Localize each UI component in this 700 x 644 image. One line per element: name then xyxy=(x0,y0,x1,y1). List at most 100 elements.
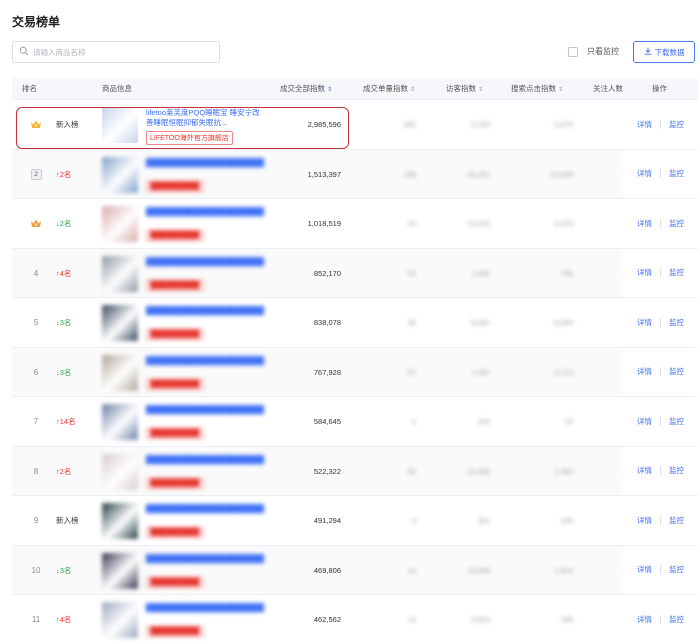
monitor-link[interactable]: 监控 xyxy=(669,416,684,427)
product-thumbnail[interactable] xyxy=(102,305,138,341)
product-title-link[interactable]: ████████████████████████ xyxy=(146,554,264,574)
search-click-index: 785 xyxy=(560,268,573,278)
detail-link[interactable]: 详情 xyxy=(637,119,652,130)
product-thumbnail[interactable] xyxy=(102,552,138,589)
rank-cell: 7 xyxy=(28,397,44,446)
product-thumbnail[interactable] xyxy=(102,503,138,539)
table-row[interactable]: 4 ↑ 4名 ████████████████████████ ██████████ 85… xyxy=(12,248,698,298)
table-row[interactable]: 11 ↑ 4名 ████████████████████████ ██████████ 4… xyxy=(12,595,698,644)
rank-change: ↑ 2名 xyxy=(56,150,92,199)
shop-tag[interactable]: ██████████ xyxy=(146,378,204,390)
rank-number: 5 xyxy=(33,318,39,327)
shop-tag[interactable]: ██████████ xyxy=(146,329,204,340)
product-thumbnail[interactable] xyxy=(102,206,138,242)
monitor-link[interactable]: 监控 xyxy=(669,614,684,625)
product-thumbnail[interactable] xyxy=(102,453,138,490)
product-thumbnail[interactable] xyxy=(102,354,138,391)
monitor-link[interactable]: 监控 xyxy=(669,465,684,476)
detail-link[interactable]: 详情 xyxy=(637,366,652,377)
detail-link[interactable]: 详情 xyxy=(637,564,652,575)
rank-change-text: 3名 xyxy=(59,318,72,327)
search-input[interactable] xyxy=(33,47,213,57)
product-thumbnail[interactable] xyxy=(102,404,138,440)
shop-tag[interactable]: ██████████ xyxy=(146,279,204,291)
rank-number: 10 xyxy=(31,565,41,575)
table-row[interactable]: 10 ↓ 3名 ████████████████████████ ██████████ 4… xyxy=(12,545,698,595)
monitor-link[interactable]: 监控 xyxy=(669,317,684,328)
table-row[interactable]: 6 ↓ 3名 ████████████████████████ ██████████ 76… xyxy=(12,347,698,397)
product-title-link[interactable]: ████████████████████████ xyxy=(146,356,264,376)
monitor-link[interactable]: 监控 xyxy=(669,366,684,377)
single-index: 4 xyxy=(411,417,416,426)
single-index: 39 xyxy=(407,318,416,327)
product-title-link[interactable]: ████████████████████████ xyxy=(146,257,264,277)
col-total[interactable]: 成交全部指数 ⇕ xyxy=(280,78,332,100)
col-single-label: 成交单量指数 xyxy=(363,83,408,93)
search-click-index: 195 xyxy=(560,516,573,525)
rank-cell: 5 xyxy=(28,298,44,347)
product-title-link[interactable]: ████████████████████████ xyxy=(146,603,264,623)
rank-change: ↑ 4名 xyxy=(56,249,92,298)
product-thumbnail[interactable] xyxy=(102,255,138,292)
rank-change-text: 4名 xyxy=(59,615,72,624)
product-title-link[interactable]: ████████████████████████ xyxy=(146,405,264,425)
visitor-index: 8,091 xyxy=(471,318,490,327)
rank-change: ↓ 3名 xyxy=(56,298,92,347)
monitor-link[interactable]: 监控 xyxy=(669,515,684,526)
col-search-clicks[interactable]: 搜索点击指数 ⇕ xyxy=(511,78,563,100)
product-thumbnail[interactable] xyxy=(102,602,138,638)
detail-link[interactable]: 详情 xyxy=(637,168,652,179)
rank-number: 11 xyxy=(31,615,41,624)
product-title-link[interactable]: ████████████████████████ xyxy=(146,504,264,524)
sort-icon[interactable]: ⇕ xyxy=(478,87,483,93)
shop-tag[interactable]: ██████████ xyxy=(146,180,204,192)
product-title-link[interactable]: ████████████████████████ xyxy=(146,158,264,178)
monitor-link[interactable]: 监控 xyxy=(669,119,684,130)
sort-icon[interactable]: ⇕ xyxy=(327,87,332,93)
table-row[interactable]: ↓ 2名 ████████████████████████ ██████████ 1,0… xyxy=(12,199,698,249)
monitor-link[interactable]: 监控 xyxy=(669,218,684,229)
col-visitor[interactable]: 访客指数 ⇕ xyxy=(446,78,483,100)
single-index: 382 xyxy=(403,120,416,129)
only-monitor-checkbox[interactable] xyxy=(568,46,578,57)
table-row[interactable]: 7 ↑ 14名 ████████████████████████ ██████████ 5… xyxy=(12,397,698,447)
shop-tag[interactable]: ██████████ xyxy=(146,428,204,439)
col-total-label: 成交全部指数 xyxy=(280,83,325,93)
detail-link[interactable]: 详情 xyxy=(637,515,652,526)
product-title-link[interactable]: ████████████████████████ xyxy=(146,207,264,227)
single-index: 199 xyxy=(403,169,416,179)
col-single[interactable]: 成交单量指数 ⇕ xyxy=(363,78,415,100)
sort-icon[interactable]: ⇕ xyxy=(558,87,563,93)
detail-link[interactable]: 详情 xyxy=(637,465,652,476)
table-row[interactable]: 2 ↑ 2名 ████████████████████████ ██████████ 1,… xyxy=(12,149,698,199)
product-title-link[interactable]: ████████████████████████ xyxy=(146,306,264,326)
search-click-index: 23 xyxy=(564,417,573,426)
monitor-link[interactable]: 监控 xyxy=(669,267,684,278)
detail-link[interactable]: 详情 xyxy=(637,416,652,427)
search-box[interactable] xyxy=(12,41,220,63)
detail-link[interactable]: 详情 xyxy=(637,218,652,229)
product-thumbnail[interactable] xyxy=(102,156,138,193)
table-row[interactable]: 8 ↑ 2名 ████████████████████████ ██████████ 52… xyxy=(12,446,698,496)
shop-tag[interactable]: ██████████ xyxy=(146,626,204,637)
shop-tag[interactable]: ██████████ xyxy=(146,230,204,241)
only-monitor-toggle[interactable]: 只看监控 xyxy=(568,46,619,57)
detail-link[interactable]: 详情 xyxy=(637,317,652,328)
rank-change-text: 2名 xyxy=(59,219,72,228)
download-button[interactable]: 下载数据 xyxy=(633,41,695,63)
product-title-link[interactable]: ████████████████████████ xyxy=(146,455,264,475)
monitor-link[interactable]: 监控 xyxy=(669,168,684,179)
detail-link[interactable]: 详情 xyxy=(637,267,652,278)
monitor-link[interactable]: 监控 xyxy=(669,564,684,575)
table-row[interactable]: 5 ↓ 3名 ████████████████████████ ██████████ 83… xyxy=(12,298,698,348)
shop-tag[interactable]: ██████████ xyxy=(146,576,204,588)
shop-tag[interactable]: ██████████ xyxy=(146,477,204,489)
shop-tag[interactable]: ██████████ xyxy=(146,527,204,538)
table-row[interactable]: 9 新入榜 ████████████████████████ ██████████ 49… xyxy=(12,496,698,546)
single-index: 14 xyxy=(407,565,416,575)
detail-link[interactable]: 详情 xyxy=(637,614,652,625)
sort-icon[interactable]: ⇕ xyxy=(410,87,415,93)
visitor-index: 7,097 xyxy=(471,367,490,377)
rank-change-text: 3名 xyxy=(59,565,72,575)
total-index: 1,018,519 xyxy=(307,219,341,228)
